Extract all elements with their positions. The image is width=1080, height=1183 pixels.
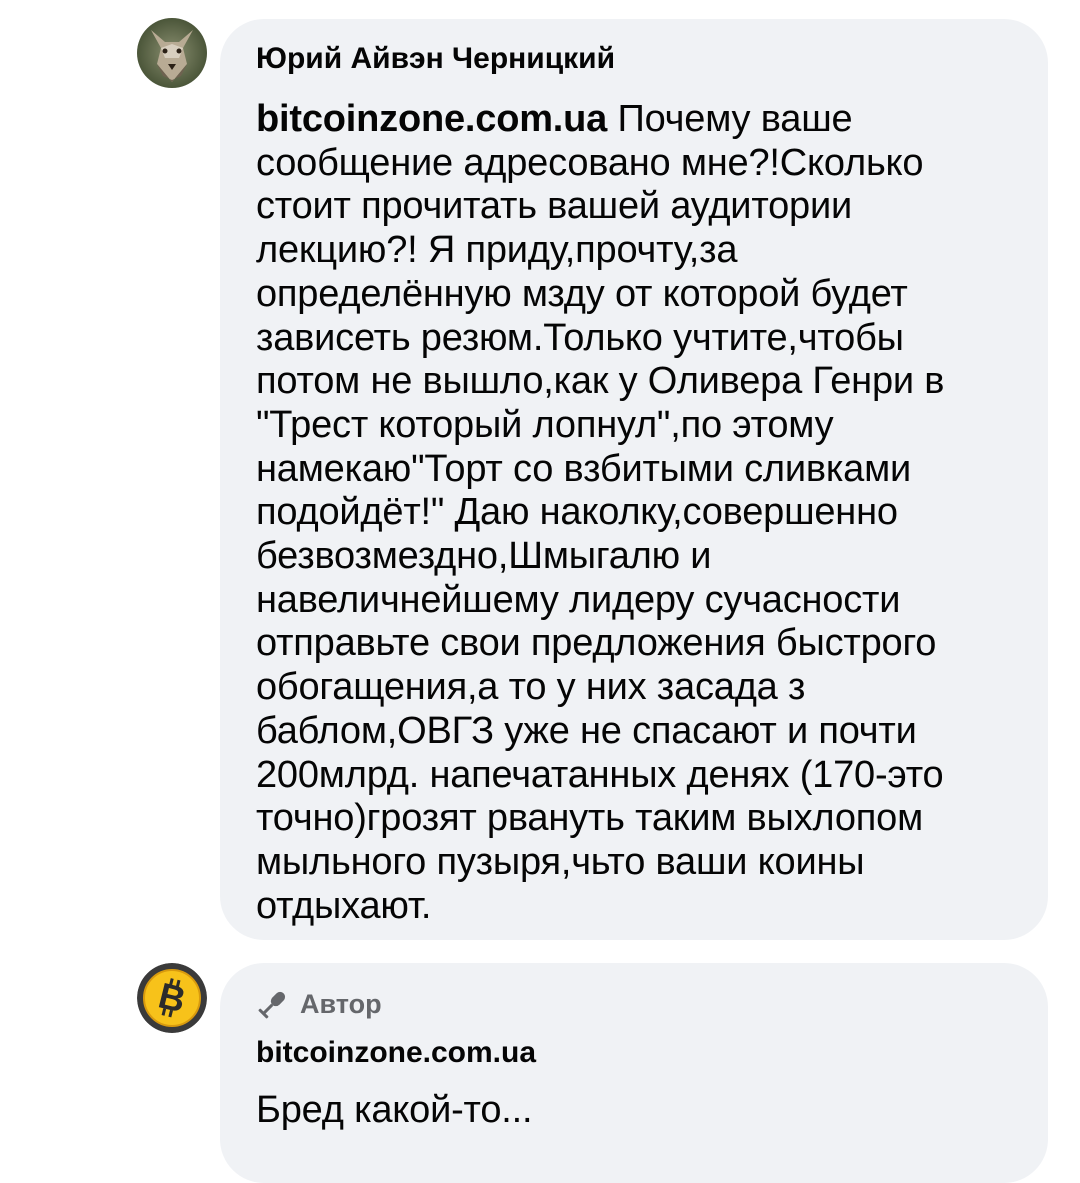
comment-line: обогащения,а то у них засада з [256,666,806,709]
wolf-avatar-icon [137,18,207,88]
comment-line: стоит прочитать вашей аудитории [256,185,853,228]
comment-line: мыльного пузыря,чьто ваши коины [256,840,865,883]
comment-line: зависеть резюм.Только учтите,чтобы [256,316,904,359]
comment-line: баблом,ОВГЗ уже не спасают и почти [256,709,917,752]
comment-line: намекаю"Торт со взбитыми сливками [256,447,912,490]
microphone-icon [258,991,286,1019]
user-avatar[interactable] [137,18,207,88]
comment-author-name[interactable]: Юрий Айвэн Черницкий [256,41,1012,77]
comment-line: 200млрд. напечатанных денях (170-это [256,753,944,796]
comment-line: точно)грозят рвануть таким выхлопом [256,797,923,840]
comment-line: сообщение адресовано мне?!Сколько [256,141,924,184]
comment-line: определённую мзду от которой будет [256,272,908,315]
comment-line: безвозмездно,Шмыгалю и [256,535,712,578]
comment-line: отдыхают. [256,884,432,927]
comment-line: Почему ваше [607,98,853,140]
comment-line: "Трест который лопнул",по этому [256,403,834,446]
comment: Юрий Айвэн Черницкий bitcoinzone.com.ua … [0,0,1080,950]
comment-line: навеличнейшему лидеру сучасности [256,578,901,621]
comment-line: подойдёт!" Даю наколку,совершенно [256,491,898,534]
comment-line: отправьте свои предложения быстрого [256,622,937,665]
comment-author-name[interactable]: bitcoinzone.com.ua [256,1035,1012,1071]
mention-link[interactable]: bitcoinzone.com.ua [256,98,607,140]
comment-bubble: Автор bitcoinzone.com.ua Бред какой-то..… [220,963,1048,1183]
bitcoin-logo-icon: B [137,963,207,1033]
comment-text: Бред какой-то... [256,1089,533,1131]
comment-line: лекцию?! Я приду,прочту,за [256,229,738,272]
comment-bubble: Юрий Айвэн Черницкий bitcoinzone.com.ua … [220,19,1048,940]
author-badge-label: Автор [300,989,382,1019]
author-badge: Автор [256,987,1012,1021]
comment-line: потом не вышло,как у Оливера Генри в [256,360,945,403]
page-avatar[interactable]: B [137,963,207,1033]
comment: B Автор bitcoinzone.com.ua Бред какой-то… [0,950,1080,1183]
comment-text: bitcoinzone.com.ua Почему ваше сообщение… [256,98,1012,928]
